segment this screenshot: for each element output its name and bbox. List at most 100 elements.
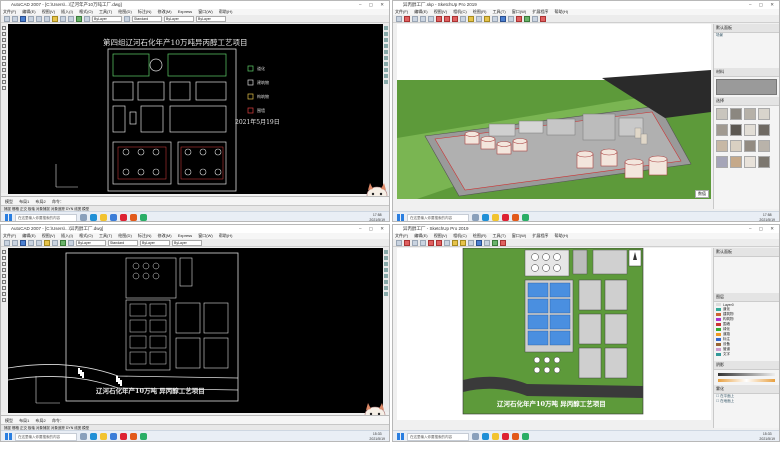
undo-icon[interactable] xyxy=(60,15,66,22)
new-file-icon[interactable] xyxy=(4,15,10,22)
menu-window[interactable]: 窗口(W) xyxy=(198,233,212,238)
arc-tool-icon[interactable] xyxy=(2,50,6,54)
material-swatch[interactable] xyxy=(716,156,728,168)
menu-edit[interactable]: 编辑(E) xyxy=(22,233,35,238)
print-icon[interactable] xyxy=(28,15,34,22)
menu-modify[interactable]: 修改(M) xyxy=(158,233,172,238)
file-explorer-icon[interactable] xyxy=(492,433,499,440)
command-line[interactable]: 模型 布局1 布局2 命令： xyxy=(1,415,389,424)
material-swatch[interactable] xyxy=(744,124,756,136)
material-swatch[interactable] xyxy=(758,140,770,152)
tab-layout1[interactable]: 布局1 xyxy=(19,197,29,205)
sketchup-taskbar-icon[interactable] xyxy=(130,214,137,221)
wechat-icon[interactable] xyxy=(140,433,147,440)
eraser-tool-icon[interactable] xyxy=(404,15,410,22)
menu-draw[interactable]: 绘图(R) xyxy=(473,233,487,238)
edge-browser-icon[interactable] xyxy=(482,214,489,221)
rotate-tool-icon[interactable] xyxy=(452,15,458,22)
window-controls[interactable]: – ▢ ✕ xyxy=(359,225,387,233)
menu-draw[interactable]: 绘图(R) xyxy=(473,9,487,14)
menu-dimension[interactable]: 标注(N) xyxy=(138,9,152,14)
menu-modify[interactable]: 修改(M) xyxy=(158,9,172,14)
pan-tool-icon[interactable] xyxy=(476,239,482,246)
menu-edit[interactable]: 编辑(E) xyxy=(22,9,35,14)
move-tool-icon[interactable] xyxy=(436,239,442,246)
sketchup-taskbar-icon[interactable] xyxy=(512,214,519,221)
tray-link-scenes[interactable]: 场景 xyxy=(714,33,779,38)
material-swatch[interactable] xyxy=(758,108,770,120)
menu-express[interactable]: Express xyxy=(178,9,192,14)
menu-tools[interactable]: 工具(T) xyxy=(99,233,112,238)
taskbar-search-input[interactable]: 在这里输入你要搜索的内容 xyxy=(15,432,77,441)
menu-edit[interactable]: 编辑(E) xyxy=(414,233,427,238)
select-tool-icon[interactable] xyxy=(396,15,402,22)
scale-tool-icon[interactable] xyxy=(384,68,388,72)
text-tool-icon[interactable] xyxy=(476,15,482,22)
pan-tool-icon[interactable] xyxy=(500,15,506,22)
paste-icon[interactable] xyxy=(44,239,50,246)
rectangle-tool-icon[interactable] xyxy=(2,268,6,272)
material-swatch[interactable] xyxy=(758,156,770,168)
array-tool-icon[interactable] xyxy=(384,50,388,54)
trim-tool-icon[interactable] xyxy=(384,286,388,290)
text-tool-icon[interactable] xyxy=(2,86,6,90)
line-tool-icon[interactable] xyxy=(2,26,6,30)
material-swatch[interactable] xyxy=(730,108,742,120)
autocad-taskbar-icon[interactable] xyxy=(120,433,127,440)
block-tool-icon[interactable] xyxy=(2,74,6,78)
ruby-console-icon[interactable] xyxy=(500,239,506,246)
arc-tool-icon[interactable] xyxy=(420,15,426,22)
menu-insert[interactable]: 插入(I) xyxy=(61,9,73,14)
hatch-tool-icon[interactable] xyxy=(2,292,6,296)
menu-camera[interactable]: 相机(C) xyxy=(453,233,467,238)
store-icon[interactable] xyxy=(110,214,117,221)
open-file-icon[interactable] xyxy=(12,15,18,22)
orbit-tool-icon[interactable] xyxy=(468,239,474,246)
fog-section-header[interactable]: 雾化 xyxy=(714,385,779,394)
paint-bucket-icon[interactable] xyxy=(460,239,466,246)
offset-tool-icon[interactable] xyxy=(460,15,466,22)
taskbar-clock[interactable]: 15:33 2021/5/19 xyxy=(759,432,775,441)
zoom-tool-icon[interactable] xyxy=(508,15,514,22)
eraser-tool-icon[interactable] xyxy=(404,239,410,246)
ruby-console-icon[interactable] xyxy=(540,15,546,22)
linetype-dropdown[interactable]: ByLayer xyxy=(196,15,226,22)
wechat-icon[interactable] xyxy=(522,214,529,221)
menu-help[interactable]: 帮助(H) xyxy=(219,233,233,238)
push-pull-tool-icon[interactable] xyxy=(428,239,434,246)
material-swatch[interactable] xyxy=(716,108,728,120)
rectangle-tool-icon[interactable] xyxy=(428,15,434,22)
undo-icon[interactable] xyxy=(52,239,58,246)
menu-view[interactable]: 视图(V) xyxy=(434,233,447,238)
ellipse-tool-icon[interactable] xyxy=(2,68,6,72)
material-swatch[interactable] xyxy=(730,156,742,168)
paint-bucket-icon[interactable] xyxy=(484,15,490,22)
spline-tool-icon[interactable] xyxy=(2,286,6,290)
tape-measure-icon[interactable] xyxy=(468,15,474,22)
color-dropdown[interactable]: ByLayer xyxy=(164,15,194,22)
menu-extensions[interactable]: 扩展程序 xyxy=(532,233,548,238)
sketchup-taskbar-icon[interactable] xyxy=(512,433,519,440)
arc-tool-icon[interactable] xyxy=(2,274,6,278)
task-view-icon[interactable] xyxy=(80,214,87,221)
taskbar-search-input[interactable]: 在这里输入你要搜索的内容 xyxy=(407,213,469,221)
pan-icon[interactable] xyxy=(76,15,82,22)
redo-icon[interactable] xyxy=(68,15,74,22)
line-tool-icon[interactable] xyxy=(412,239,418,246)
autocad-taskbar-icon[interactable] xyxy=(502,214,509,221)
wechat-icon[interactable] xyxy=(140,214,147,221)
taskbar-search-input[interactable]: 在这里输入你要搜索的内容 xyxy=(15,213,77,221)
menu-edit[interactable]: 编辑(E) xyxy=(414,9,427,14)
offset-tool-icon[interactable] xyxy=(384,268,388,272)
material-swatch[interactable] xyxy=(744,140,756,152)
menu-help[interactable]: 帮助(H) xyxy=(219,9,233,14)
move-tool-icon[interactable] xyxy=(384,274,388,278)
wechat-icon[interactable] xyxy=(522,433,529,440)
autocad-taskbar-icon[interactable] xyxy=(502,433,509,440)
menu-file[interactable]: 文件(F) xyxy=(3,9,16,14)
copy-tool-icon[interactable] xyxy=(384,256,388,260)
hatch-tool-icon[interactable] xyxy=(2,80,6,84)
menu-tools[interactable]: 工具(T) xyxy=(99,9,112,14)
window-controls[interactable]: – ▢ ✕ xyxy=(749,225,777,233)
polygon-tool-icon[interactable] xyxy=(2,262,6,266)
